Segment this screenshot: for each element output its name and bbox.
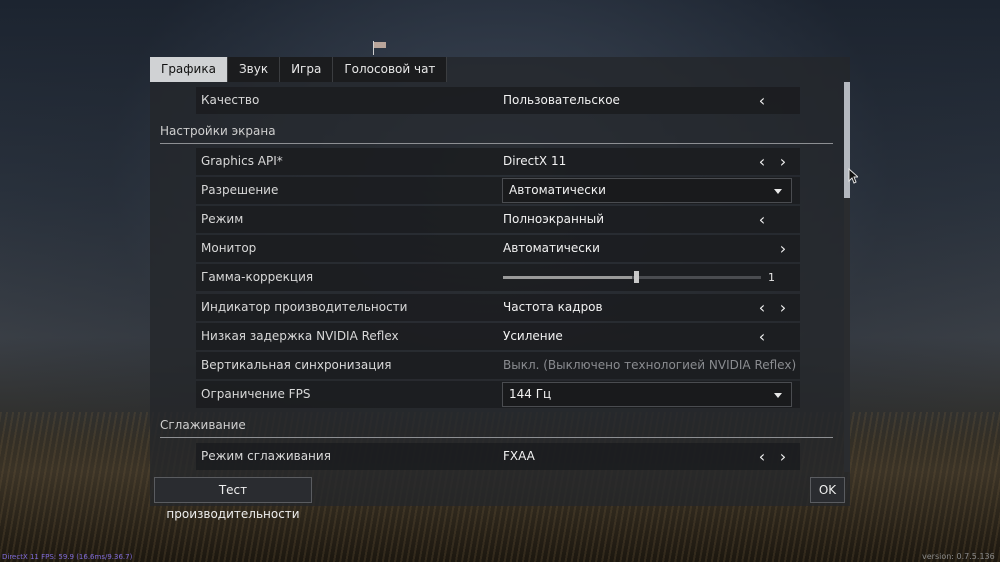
settings-dialog: Графика Звук Игра Голосовой чат Качество…	[150, 57, 850, 521]
chevron-left-icon[interactable]: ‹	[754, 148, 770, 175]
gamma-slider[interactable]	[503, 271, 761, 283]
tab-game[interactable]: Игра	[280, 57, 334, 82]
setting-row-mode: Режим Полноэкранный ‹	[196, 206, 800, 233]
fps-status-text: DirectX 11 FPS: 59.9 (16.6ms/9.36.7)	[2, 553, 133, 561]
setting-label: Разрешение	[201, 183, 279, 197]
setting-label: Ограничение FPS	[201, 387, 311, 401]
setting-row-graphics-api: Graphics API* DirectX 11 ‹ ›	[196, 148, 800, 175]
setting-row-monitor: Монитор Автоматически ›	[196, 235, 800, 262]
slider-fill	[503, 276, 632, 279]
chevron-right-icon[interactable]: ›	[775, 235, 791, 262]
slider-thumb[interactable]	[634, 271, 639, 283]
setting-value: Полноэкранный	[503, 212, 604, 226]
section-header-screen: Настройки экрана	[160, 122, 833, 144]
fps-limit-dropdown[interactable]: 144 Гц	[502, 382, 792, 407]
setting-row-gamma: Гамма-коррекция 1	[196, 264, 800, 291]
setting-value: DirectX 11	[503, 154, 567, 168]
dialog-footer: Тест производительности OK	[150, 472, 850, 521]
setting-label: Вертикальная синхронизация	[201, 358, 392, 372]
dropdown-value: 144 Гц	[509, 387, 552, 401]
ok-button[interactable]: OK	[810, 477, 845, 503]
setting-label: Graphics API*	[201, 154, 283, 168]
caret-down-icon	[774, 189, 782, 194]
version-text: version: 0.7.5.136	[922, 552, 995, 561]
setting-label: Режим сглаживания	[201, 449, 331, 463]
setting-row-quality: Качество Пользовательское ‹	[196, 87, 800, 114]
chevron-left-icon[interactable]: ‹	[754, 443, 770, 470]
setting-value: Усиление	[503, 329, 563, 343]
section-title: Настройки экрана	[160, 124, 276, 138]
chevron-left-icon[interactable]: ‹	[754, 323, 770, 350]
caret-down-icon	[774, 393, 782, 398]
setting-row-fps-limit: Ограничение FPS 144 Гц	[196, 381, 800, 408]
dropdown-value: Автоматически	[509, 183, 606, 197]
section-title: Сглаживание	[160, 418, 246, 432]
mouse-cursor-icon	[848, 168, 858, 184]
settings-content: Качество Пользовательское ‹ Настройки эк…	[150, 82, 844, 472]
setting-value: Пользовательское	[503, 93, 620, 107]
setting-label: Качество	[201, 93, 260, 107]
setting-label: Гамма-коррекция	[201, 270, 314, 284]
section-divider	[160, 143, 833, 144]
tab-graphics[interactable]: Графика	[150, 57, 228, 82]
section-header-antialiasing: Сглаживание	[160, 416, 833, 438]
setting-row-reflex: Низкая задержка NVIDIA Reflex Усиление ‹	[196, 323, 800, 350]
chevron-left-icon[interactable]: ‹	[754, 294, 770, 321]
tab-voice-chat[interactable]: Голосовой чат	[333, 57, 448, 82]
setting-value: Автоматически	[503, 241, 600, 255]
performance-test-button[interactable]: Тест производительности	[154, 477, 312, 521]
setting-row-perf-indicator: Индикатор производительности Частота кад…	[196, 294, 800, 321]
section-divider	[160, 437, 833, 438]
setting-label: Индикатор производительности	[201, 300, 408, 314]
setting-value: Частота кадров	[503, 300, 603, 314]
tab-sound[interactable]: Звук	[227, 57, 281, 82]
setting-row-vsync: Вертикальная синхронизация Выкл. (Выключ…	[196, 352, 800, 379]
chevron-right-icon[interactable]: ›	[775, 443, 791, 470]
scrollbar[interactable]	[844, 82, 850, 472]
flag-icon	[373, 41, 387, 55]
tab-bar: Графика Звук Игра Голосовой чат	[150, 57, 448, 82]
resolution-dropdown[interactable]: Автоматически	[502, 178, 792, 203]
chevron-left-icon[interactable]: ‹	[754, 206, 770, 233]
setting-label: Режим	[201, 212, 244, 226]
slider-value: 1	[768, 271, 775, 284]
setting-value: Выкл. (Выключено технологией NVIDIA Refl…	[503, 358, 797, 372]
setting-value: FXAA	[503, 449, 535, 463]
setting-row-aa-mode: Режим сглаживания FXAA ‹ ›	[196, 443, 800, 470]
chevron-left-icon[interactable]: ‹	[754, 87, 770, 114]
setting-label: Монитор	[201, 241, 257, 255]
chevron-right-icon[interactable]: ›	[775, 294, 791, 321]
setting-row-resolution: Разрешение Автоматически	[196, 177, 800, 204]
setting-label: Низкая задержка NVIDIA Reflex	[201, 329, 399, 343]
chevron-right-icon[interactable]: ›	[775, 148, 791, 175]
